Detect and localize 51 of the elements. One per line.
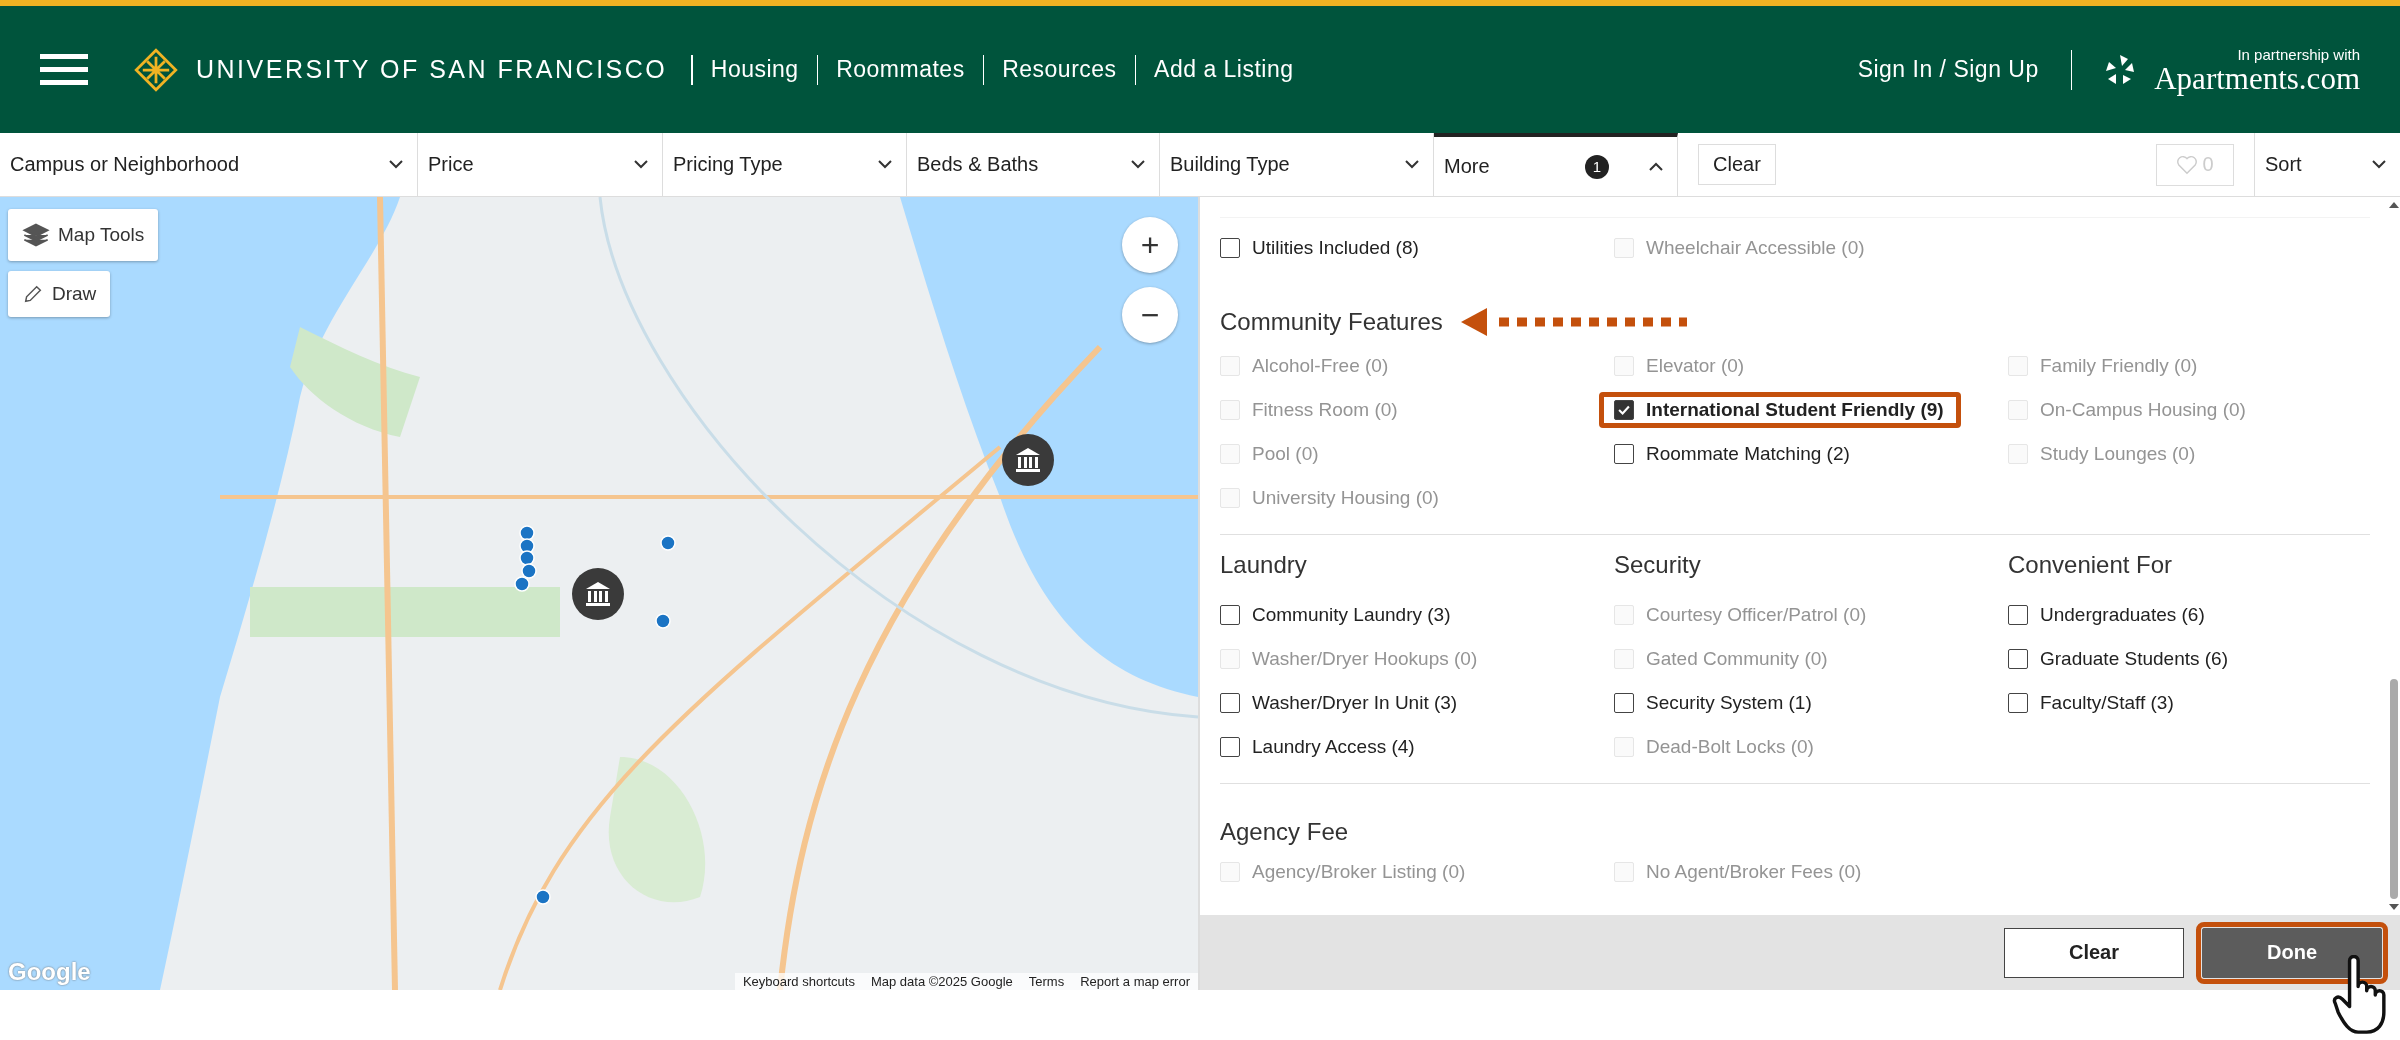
nav-link[interactable]: Housing (710, 56, 799, 83)
partner-name[interactable]: Apartments.com (2154, 62, 2360, 94)
checkbox-option[interactable]: Roommate Matching (2) (1609, 436, 1865, 472)
map-attribution-link[interactable]: Report a map error (1080, 974, 1190, 989)
nav-link[interactable]: Resources (1002, 56, 1117, 83)
count-badge: 1 (1585, 154, 1609, 179)
chevron-icon (1405, 160, 1419, 169)
chevron-icon (1649, 162, 1663, 171)
partner-logo-icon (2104, 53, 2137, 86)
nav-link[interactable]: Add a Listing (1154, 56, 1294, 83)
filter-dropdown[interactable]: More 1 (1434, 133, 1678, 196)
logo-icon (134, 47, 178, 92)
draw-button[interactable]: Draw (8, 271, 111, 317)
section-title: Community Features (1220, 308, 1443, 336)
map-tools-button[interactable]: Map Tools (8, 209, 159, 261)
sign-in-link[interactable]: Sign In / Sign Up (1857, 56, 2039, 83)
map-attribution-link[interactable]: Map data ©2025 Google (870, 974, 1013, 989)
map-pin-icon[interactable] (660, 535, 676, 551)
building-marker-icon[interactable] (1001, 433, 1055, 487)
scroll-up-icon[interactable] (2389, 201, 2399, 209)
check-icon (1617, 403, 1631, 417)
section-title: Agency Fee (1220, 818, 1349, 846)
chevron-icon (634, 160, 648, 169)
heart-icon (2176, 154, 2199, 175)
scrollbar-thumb[interactable] (2390, 679, 2398, 899)
building-marker-icon[interactable] (571, 567, 625, 621)
highlighted-checkbox-option[interactable]: International Student Friendly (9) (1599, 392, 1961, 428)
map-pin-icon[interactable] (655, 613, 671, 629)
chevron-icon (1131, 160, 1145, 169)
map-attribution-link[interactable]: Terms (1028, 974, 1065, 989)
menu-icon[interactable] (40, 51, 88, 88)
brand-name[interactable]: UNIVERSITY OF SAN FRANCISCO (196, 55, 668, 84)
section-title: Laundry (1220, 551, 1308, 579)
section-title: Security (1614, 551, 1702, 579)
chevron-icon (878, 160, 892, 169)
nav-link[interactable]: Roommates (836, 56, 965, 83)
layers-icon (22, 221, 50, 249)
map-attribution-link[interactable]: Keyboard shortcuts (742, 974, 855, 989)
map-pin-icon[interactable] (514, 576, 530, 592)
chevron-icon (2372, 160, 2386, 169)
map-logo: Google (8, 958, 91, 986)
partner-caption: In partnership with (2237, 45, 2360, 63)
clear-button[interactable]: Clear (1698, 144, 1776, 185)
pencil-icon (22, 283, 44, 305)
chevron-icon (389, 160, 403, 169)
scroll-down-icon[interactable] (2389, 903, 2399, 911)
clear-button[interactable]: Clear (2004, 927, 2184, 978)
map-pin-icon[interactable] (521, 563, 537, 579)
checkbox-option[interactable]: Utilities Included (8) (1215, 230, 1434, 266)
map-pin-icon[interactable] (535, 889, 551, 905)
section-title: Convenient For (2008, 551, 2174, 579)
